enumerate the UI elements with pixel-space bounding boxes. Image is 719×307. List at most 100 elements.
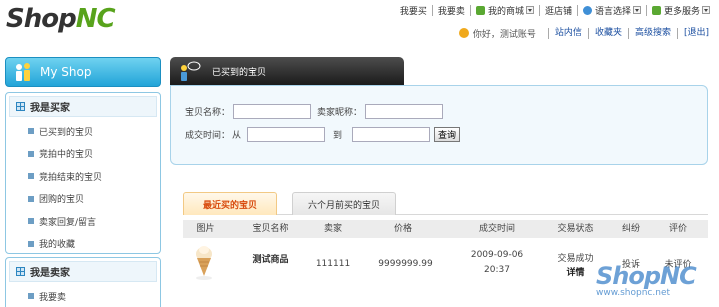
sidebar-item-label: 竞拍中的宝贝	[39, 150, 94, 161]
time-label: 成交时间：	[185, 131, 231, 141]
sidebar-item-label: 我的收藏	[39, 240, 76, 251]
col-status: 交易状态	[557, 224, 594, 234]
greeting-text: 你好，测试账号	[472, 29, 536, 40]
product-name-link[interactable]: 测试商品	[238, 252, 303, 265]
search-row-1: 宝贝名称： 卖家昵称：	[185, 104, 444, 119]
bullet-icon	[28, 128, 34, 135]
user-icon	[475, 5, 485, 15]
bullet-icon	[28, 240, 34, 247]
nav-language-label: 语言选择	[594, 6, 631, 17]
shopnc-logo[interactable]: ShopNC	[6, 4, 146, 40]
buyer-menu: 我是买家 已买到的宝贝 竞拍中的宝贝 竞拍结束的宝贝 团购的宝贝 卖家回复/留言…	[5, 92, 161, 254]
globe-icon	[582, 5, 592, 15]
sidebar-item-replies[interactable]: 卖家回复/留言	[28, 210, 160, 233]
sidebar-item-label: 已买到的宝贝	[39, 127, 94, 138]
expand-icon	[16, 267, 25, 276]
chevron-down-icon[interactable]	[702, 6, 710, 14]
item-name-label: 宝贝名称：	[185, 108, 231, 118]
expand-icon	[16, 102, 25, 111]
sidebar-item-group-buy[interactable]: 团购的宝贝	[28, 188, 160, 211]
greeting: 你好，测试账号	[458, 27, 536, 40]
nav-sell-label: 我要卖	[437, 6, 465, 17]
buyer-heading: 我是买家	[9, 96, 157, 117]
watermark-brand: ShopNC	[596, 262, 697, 290]
deal-date: 2009-09-06	[470, 250, 524, 260]
col-rating: 评价	[668, 224, 687, 234]
person-chat-icon	[181, 61, 201, 81]
col-price: 价格	[393, 224, 412, 234]
status-details-link[interactable]: 详情	[548, 265, 603, 278]
people-icon	[16, 63, 30, 81]
tab-recent[interactable]: 最近买的宝贝	[183, 192, 277, 215]
col-name: 宝贝名称	[252, 224, 289, 234]
page-title-bar: 已买到的宝贝	[170, 57, 404, 85]
link-favorites[interactable]: 收藏夹	[587, 27, 628, 39]
nav-my-mall-label: 我的商城	[487, 6, 524, 17]
sidebar-item-label: 团购的宝贝	[39, 195, 85, 206]
item-name-input[interactable]	[233, 104, 312, 119]
sidebar-item-bidding[interactable]: 竞拍中的宝贝	[28, 143, 160, 166]
smiley-icon	[458, 28, 469, 38]
chevron-down-icon[interactable]	[525, 6, 534, 14]
link-logout[interactable]: [退出]	[676, 27, 715, 39]
sidebar-item-label: 竞拍结束的宝贝	[39, 172, 103, 183]
seller-name[interactable]: 111111	[308, 259, 358, 269]
to-label: 到	[333, 131, 343, 141]
nav-more-services-label: 更多服务	[663, 6, 700, 17]
table-header: 图片 宝贝名称 卖家 价格 成交时间 交易状态 纠纷 评价	[183, 220, 708, 238]
sidebar-item-favorites[interactable]: 我的收藏	[28, 233, 160, 256]
bullet-icon	[28, 150, 34, 157]
bullet-icon	[28, 195, 34, 202]
from-label: 从	[232, 131, 242, 141]
sidebar-item-bid-ended[interactable]: 竞拍结束的宝贝	[28, 165, 160, 188]
seller-input[interactable]	[365, 104, 444, 119]
top-navigation: 我要买 我要卖 我的商城 逛店铺 语言选择 更多服务	[395, 3, 715, 17]
date-from-input[interactable]	[247, 127, 326, 142]
nav-more-services[interactable]: 更多服务	[645, 4, 715, 17]
search-panel	[170, 85, 708, 165]
nav-language[interactable]: 语言选择	[576, 4, 646, 17]
help-icon	[651, 5, 661, 15]
seller-heading-label: 我是卖家	[30, 268, 70, 279]
status-text: 交易成功	[557, 254, 594, 264]
deal-time: 20:37	[484, 265, 510, 275]
seller-label: 卖家昵称：	[317, 108, 363, 118]
sidebar-item-label: 卖家回复/留言	[39, 217, 97, 228]
sidebar-item-label: 我要卖	[39, 292, 67, 303]
my-shop-title: My Shop	[40, 65, 92, 79]
link-advanced-search[interactable]: 高级搜索	[627, 27, 677, 39]
chevron-down-icon[interactable]	[632, 6, 641, 14]
price-value: 9999999.99	[378, 259, 433, 269]
bullet-icon	[28, 293, 34, 300]
logo-nc-text: NC	[75, 4, 116, 34]
page-title: 已买到的宝贝	[212, 67, 267, 78]
nav-my-mall[interactable]: 我的商城	[469, 4, 539, 17]
tab-six-months-ago[interactable]: 六个月前买的宝贝	[292, 192, 396, 215]
watermark-url: www.shopnc.net	[596, 288, 671, 298]
seller-heading: 我是卖家	[9, 261, 157, 282]
col-seller: 卖家	[323, 224, 342, 234]
date-to-input[interactable]	[352, 127, 431, 142]
sidebar-item-purchased[interactable]: 已买到的宝贝	[28, 120, 160, 143]
seller-menu: 我是卖家 我要卖	[5, 257, 161, 307]
nav-buy[interactable]: 我要买	[395, 5, 432, 17]
product-image[interactable]	[188, 242, 220, 282]
col-image: 图片	[196, 224, 215, 234]
nav-browse-stores[interactable]: 逛店铺	[538, 4, 577, 17]
col-dispute: 纠纷	[621, 224, 640, 234]
shopnc-watermark: ShopNC www.shopnc.net	[596, 262, 716, 306]
search-row-2: 成交时间： 从 到 查询	[185, 127, 461, 142]
bullet-icon	[28, 218, 34, 225]
buyer-heading-label: 我是买家	[30, 103, 70, 114]
sidebar-item-sell[interactable]: 我要卖	[28, 285, 160, 307]
link-messages[interactable]: 站内信	[547, 27, 588, 39]
query-button[interactable]: 查询	[434, 127, 461, 142]
my-shop-header: My Shop	[5, 57, 161, 87]
nav-browse-stores-label: 逛店铺	[544, 6, 572, 17]
nav-buy-label: 我要买	[399, 6, 427, 17]
user-bar: 你好，测试账号 站内信 收藏夹 高级搜索 [退出]	[458, 26, 715, 40]
bullet-icon	[28, 173, 34, 180]
nav-sell[interactable]: 我要卖	[431, 4, 470, 17]
logo-shop-text: Shop	[6, 4, 77, 34]
col-date: 成交时间	[478, 224, 515, 234]
